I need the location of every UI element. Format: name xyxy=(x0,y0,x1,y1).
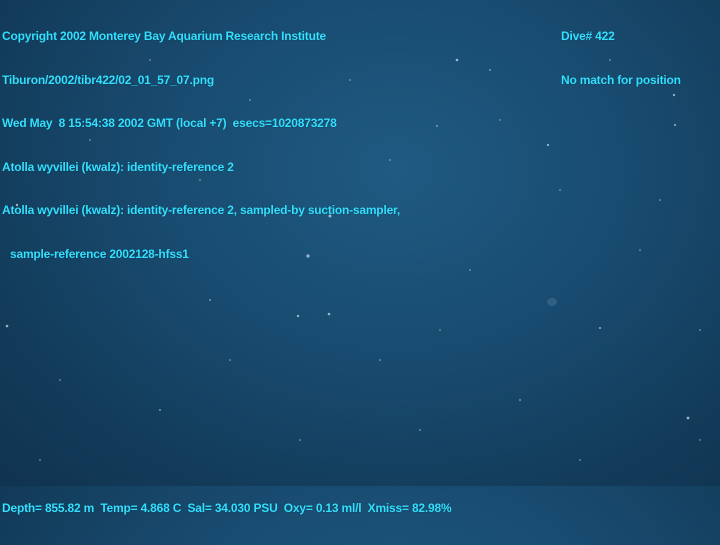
copyright-line: Copyright 2002 Monterey Bay Aquarium Res… xyxy=(2,29,326,43)
dive-number: Dive# 422 xyxy=(561,29,615,43)
underwater-video-frame: Copyright 2002 Monterey Bay Aquarium Res… xyxy=(0,0,720,515)
timestamp-line: Wed May 8 15:54:38 2002 GMT (local +7) e… xyxy=(2,116,337,130)
video-caption-top-left: Copyright 2002 Monterey Bay Aquarium Res… xyxy=(2,0,400,290)
annotation-line-3: sample-reference 2002128-hfss1 xyxy=(10,246,189,261)
annotation-line-2: Atolla wyvillei (kwalz): identity-refere… xyxy=(2,203,400,217)
sensor-readout-bar: Depth= 855.82 m Temp= 4.868 C Sal= 34.03… xyxy=(2,472,452,545)
sensor-readout: Depth= 855.82 m Temp= 4.868 C Sal= 34.03… xyxy=(2,501,452,515)
image-path-line: Tiburon/2002/tibr422/02_01_57_07.png xyxy=(2,72,215,87)
annotation-line-1: Atolla wyvillei (kwalz): identity-refere… xyxy=(2,159,234,174)
position-status: No match for position xyxy=(561,72,681,87)
video-caption-top-right: Dive# 422 No match for position xyxy=(561,0,681,116)
